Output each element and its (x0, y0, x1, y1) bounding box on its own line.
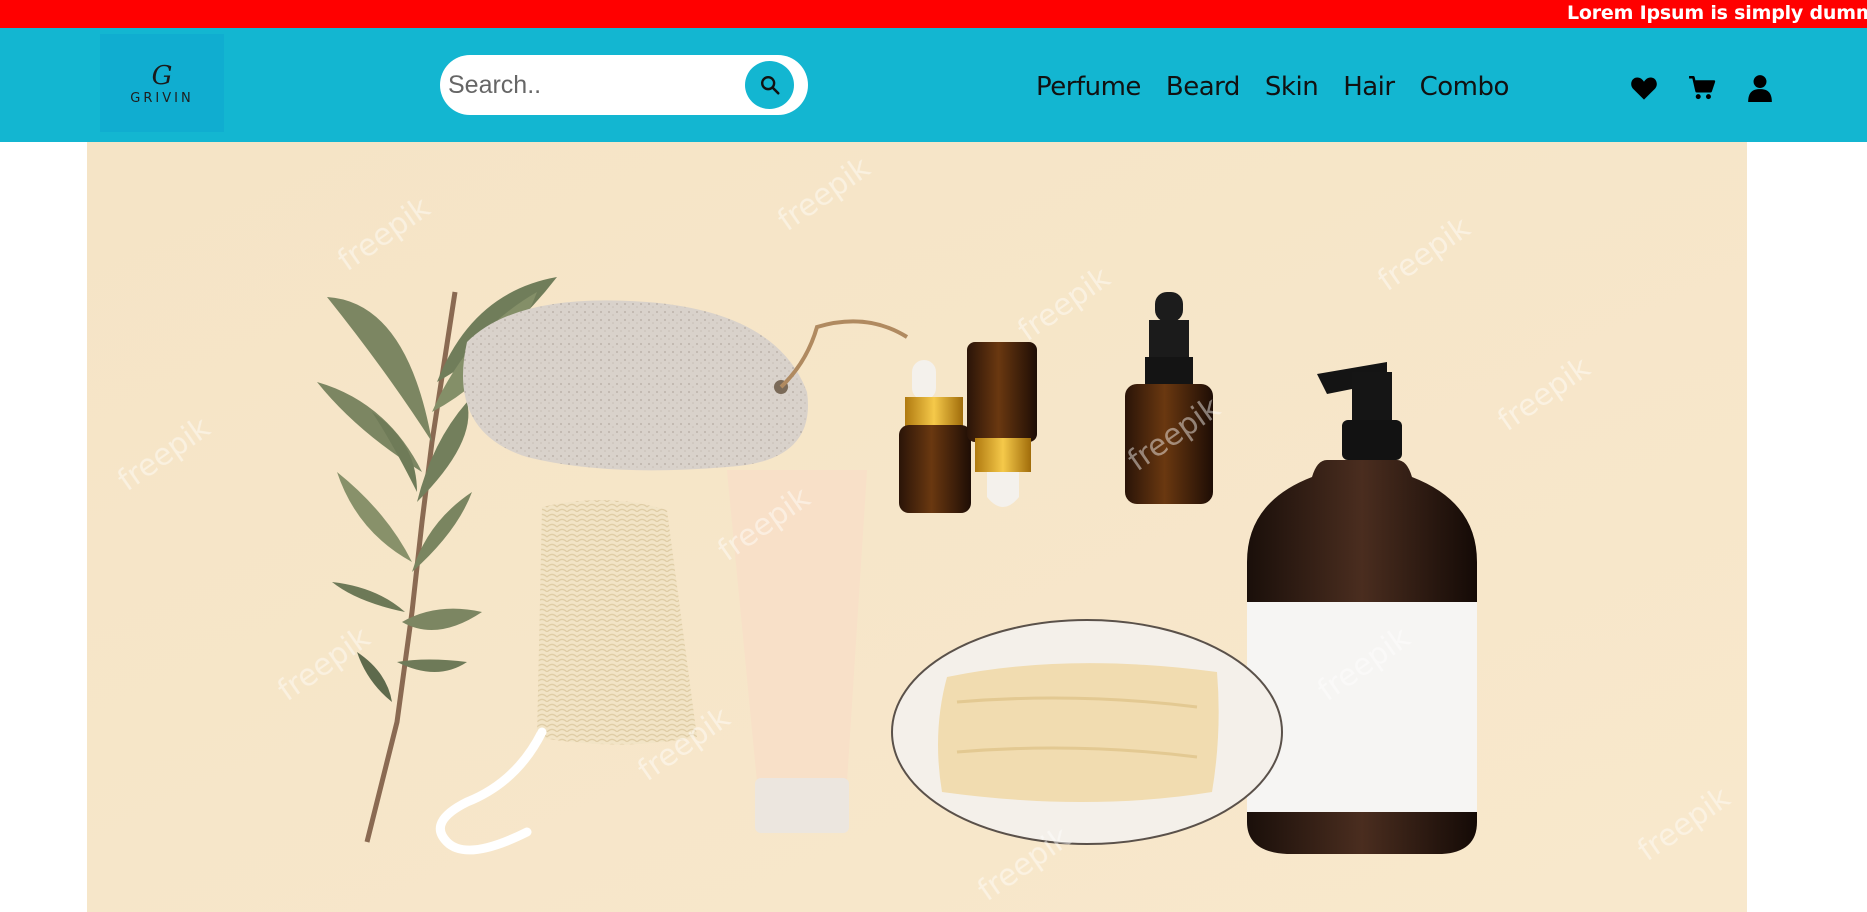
heart-icon (1631, 77, 1657, 100)
cart-icon (1689, 75, 1716, 100)
logo-mark: G (151, 60, 173, 91)
hero-image: freepik freepik freepik freepik freepik … (87, 142, 1747, 912)
announcement-text: Lorem Ipsum is simply dummy tex (1567, 2, 1867, 24)
site-header: G GRIVIN Perfume Beard Skin Hair Combo (0, 28, 1867, 142)
soap-dish (891, 619, 1283, 845)
search-button[interactable] (745, 61, 794, 109)
wishlist-button[interactable] (1628, 72, 1660, 104)
nav-item-combo[interactable]: Combo (1420, 72, 1510, 102)
account-button[interactable] (1744, 72, 1776, 104)
main-nav: Perfume Beard Skin Hair Combo (1036, 72, 1509, 102)
nav-item-perfume[interactable]: Perfume (1036, 72, 1141, 102)
announcement-bar: Lorem Ipsum is simply dummy tex (0, 0, 1867, 28)
logo-text: GRIVIN (130, 90, 194, 106)
search-icon (760, 76, 780, 95)
nav-item-beard[interactable]: Beard (1166, 72, 1241, 102)
nav-item-hair[interactable]: Hair (1343, 72, 1395, 102)
header-actions (1628, 72, 1776, 104)
search-input[interactable] (448, 65, 748, 105)
hero-banner: freepik freepik freepik freepik freepik … (87, 142, 1747, 912)
cart-button[interactable] (1686, 72, 1718, 104)
nav-item-skin[interactable]: Skin (1265, 72, 1319, 102)
search-bar (440, 55, 808, 115)
brand-logo[interactable]: G GRIVIN (100, 34, 224, 132)
user-icon (1748, 75, 1772, 102)
